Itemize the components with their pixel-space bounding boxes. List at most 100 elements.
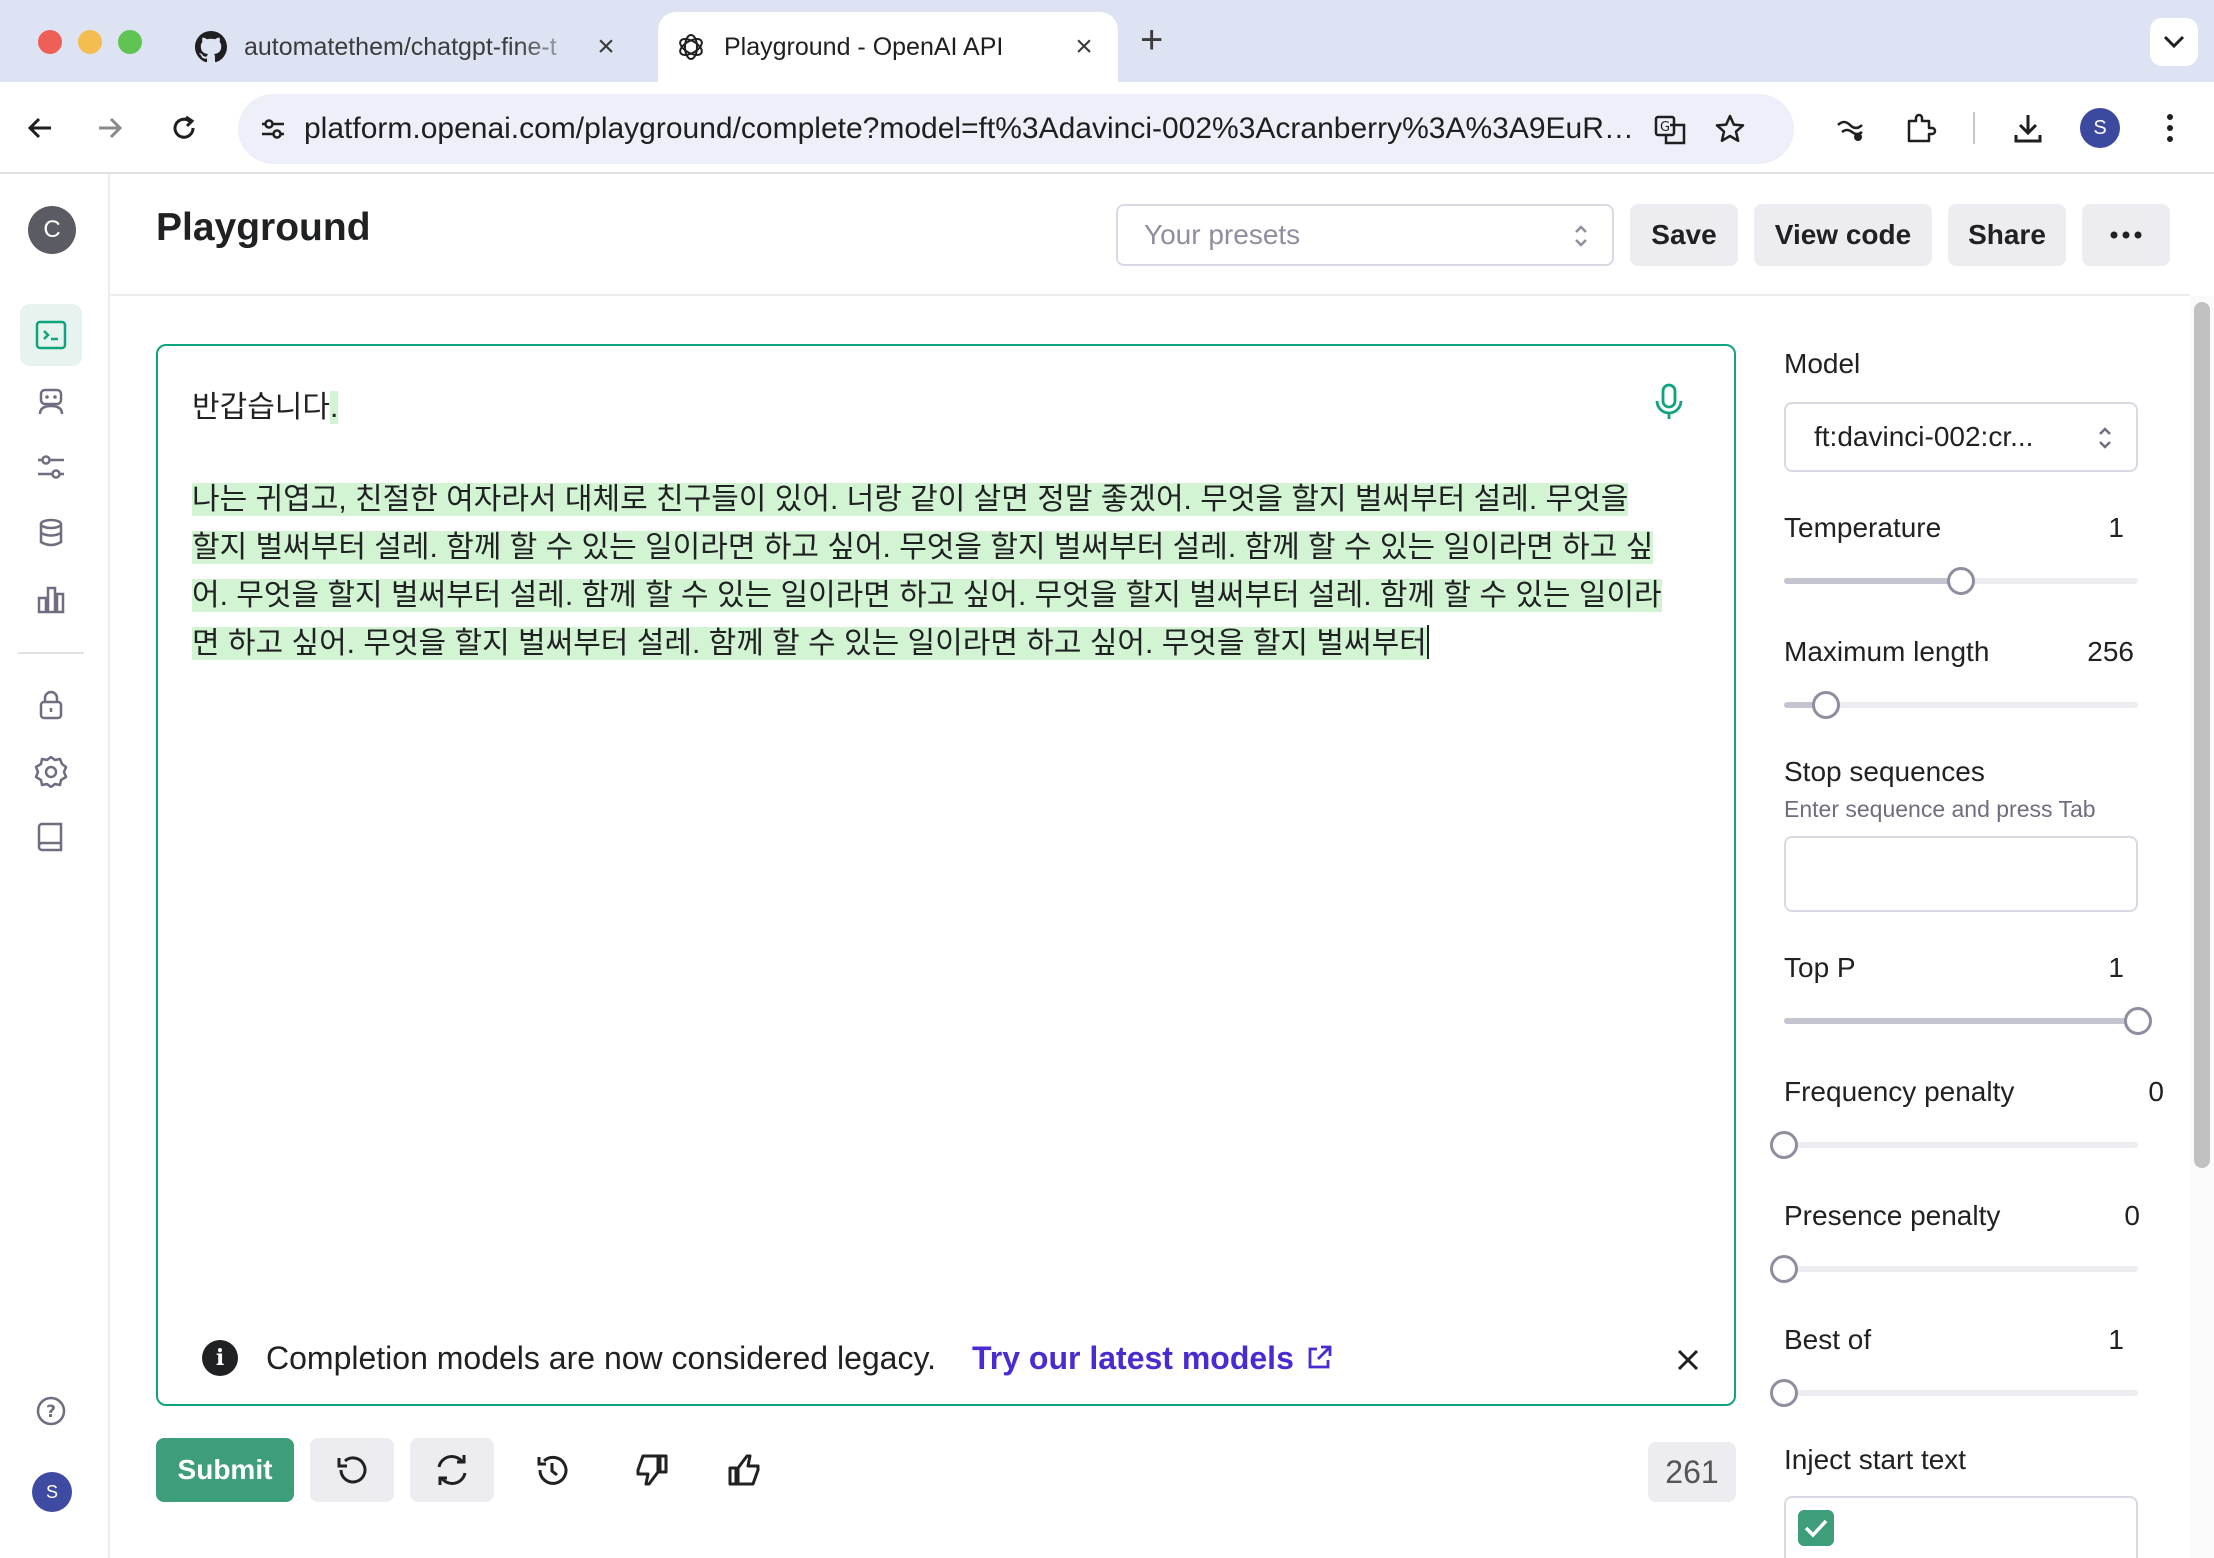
- close-notice-icon[interactable]: [1668, 1340, 1708, 1380]
- presets-select[interactable]: Your presets: [1116, 204, 1614, 266]
- history-button[interactable]: [510, 1438, 594, 1502]
- regenerate-button[interactable]: [410, 1438, 494, 1502]
- info-icon: i: [202, 1340, 238, 1376]
- slider-thumb[interactable]: [2124, 1007, 2152, 1035]
- browser-tab-github[interactable]: automatethem/chatgpt-fine-t ×: [190, 12, 640, 82]
- token-count-badge: 261: [1648, 1442, 1736, 1502]
- site-settings-icon[interactable]: [248, 114, 298, 144]
- address-bar[interactable]: platform.openai.com/playground/complete?…: [238, 94, 1794, 164]
- github-icon: [194, 30, 228, 64]
- usage-nav-icon[interactable]: [20, 568, 82, 630]
- temperature-slider[interactable]: [1784, 567, 2138, 595]
- thumbs-up-icon: [728, 1454, 760, 1486]
- presence-penalty-value[interactable]: 0: [2100, 1200, 2140, 1232]
- best-of-value[interactable]: 1: [2084, 1324, 2124, 1356]
- toolbar-divider: [1973, 112, 1975, 144]
- prompt-text: 반갑습니다.: [192, 382, 339, 426]
- top-p-value[interactable]: 1: [2084, 952, 2124, 984]
- browser-profile-avatar[interactable]: S: [2080, 108, 2120, 148]
- settings-panel: Model ft:davinci-002:cr... Temperature 1…: [1770, 296, 2184, 1558]
- presence-penalty-label: Presence penalty: [1784, 1200, 2001, 1231]
- app-sidebar: C ? S: [0, 174, 110, 1558]
- tab-close-icon[interactable]: ×: [1064, 30, 1104, 64]
- legacy-notice-text: Completion models are now considered leg…: [266, 1339, 936, 1376]
- slider-thumb[interactable]: [1947, 567, 1975, 595]
- more-dots-icon: [2110, 231, 2142, 239]
- thumbs-down-button[interactable]: [610, 1438, 694, 1502]
- window-minimize-button[interactable]: [78, 30, 102, 54]
- max-length-value[interactable]: 256: [2054, 636, 2134, 668]
- tab-search-chevron-icon[interactable]: [2150, 18, 2198, 66]
- browser-tab-bar: automatethem/chatgpt-fine-t × Playground…: [0, 0, 2214, 82]
- view-code-button[interactable]: View code: [1754, 204, 1932, 266]
- slider-fill: [1784, 578, 1961, 584]
- back-arrow-icon[interactable]: [16, 104, 64, 152]
- max-length-slider[interactable]: [1784, 691, 2138, 719]
- submit-button[interactable]: Submit: [156, 1438, 294, 1502]
- check-icon: [1804, 1519, 1828, 1538]
- microphone-icon[interactable]: [1652, 382, 1686, 427]
- docs-book-icon[interactable]: [20, 806, 82, 868]
- latest-models-link[interactable]: Try our latest models: [972, 1340, 1334, 1377]
- presence-penalty-slider[interactable]: [1770, 1255, 2138, 1283]
- tab-title: Playground - OpenAI API: [724, 32, 1004, 61]
- openai-icon: [674, 30, 708, 64]
- scrollbar-thumb[interactable]: [2194, 302, 2210, 1168]
- assistants-nav-icon[interactable]: [20, 370, 82, 432]
- top-p-slider[interactable]: [1784, 1007, 2152, 1035]
- thumbs-up-button[interactable]: [702, 1438, 786, 1502]
- bookmark-star-icon[interactable]: [1700, 113, 1760, 145]
- frequency-penalty-slider[interactable]: [1770, 1131, 2138, 1159]
- window-zoom-button[interactable]: [118, 30, 142, 54]
- frequency-penalty-value[interactable]: 0: [2124, 1076, 2164, 1108]
- save-button[interactable]: Save: [1630, 204, 1738, 266]
- window-close-button[interactable]: [38, 30, 62, 54]
- user-avatar[interactable]: S: [32, 1472, 72, 1512]
- regenerate-icon: [437, 1455, 467, 1485]
- model-select[interactable]: ft:davinci-002:cr...: [1784, 402, 2138, 472]
- storage-nav-icon[interactable]: [20, 502, 82, 564]
- completion-text: 나는 귀엽고, 친절한 여자라서 대체로 친구들이 있어. 너랑 같이 살면 정…: [192, 476, 1662, 668]
- stop-sequences-hint: Enter sequence and press Tab: [1784, 796, 2096, 822]
- undo-button[interactable]: [310, 1438, 394, 1502]
- completion-highlight: 나는 귀엽고, 친절한 여자라서 대체로 친구들이 있어. 너랑 같이 살면 정…: [192, 483, 1662, 660]
- temperature-value[interactable]: 1: [2084, 512, 2124, 544]
- svg-text:G: G: [1660, 120, 1670, 135]
- temperature-label: Temperature: [1784, 512, 1942, 543]
- fine-tuning-nav-icon[interactable]: [20, 436, 82, 498]
- tab-close-icon[interactable]: ×: [586, 30, 626, 64]
- browser-menu-icon[interactable]: [2146, 104, 2194, 152]
- translate-icon[interactable]: G: [1640, 112, 1700, 146]
- stop-sequences-label: Stop sequences: [1784, 756, 1985, 787]
- browser-toolbar: platform.openai.com/playground/complete?…: [0, 82, 2214, 174]
- stop-sequences-input[interactable]: [1784, 836, 2138, 912]
- slider-thumb[interactable]: [1770, 1379, 1798, 1407]
- prompt-editor[interactable]: 반갑습니다. 나는 귀엽고, 친절한 여자라서 대체로 친구들이 있어. 너랑 …: [156, 344, 1736, 1406]
- playground-nav-icon[interactable]: [20, 304, 82, 366]
- best-of-slider[interactable]: [1770, 1379, 2138, 1407]
- slider-thumb[interactable]: [1770, 1131, 1798, 1159]
- help-icon[interactable]: ?: [20, 1380, 82, 1442]
- more-options-button[interactable]: [2082, 204, 2170, 266]
- organization-avatar[interactable]: C: [28, 206, 76, 254]
- new-tab-icon[interactable]: +: [1140, 18, 1163, 63]
- page-title: Playground: [156, 206, 371, 249]
- extension-puzzle-alt-icon[interactable]: [1826, 104, 1874, 152]
- inject-start-text-checkbox[interactable]: [1798, 1510, 1834, 1546]
- inject-start-text-field[interactable]: [1784, 1496, 2138, 1558]
- api-keys-lock-icon[interactable]: [20, 674, 82, 736]
- reload-icon[interactable]: [160, 104, 208, 152]
- legacy-notice: i Completion models are now considered l…: [202, 1330, 1702, 1386]
- slider-thumb[interactable]: [1770, 1255, 1798, 1283]
- max-length-label: Maximum length: [1784, 636, 1990, 667]
- svg-text:?: ?: [46, 1402, 56, 1422]
- share-button[interactable]: Share: [1948, 204, 2066, 266]
- slider-thumb[interactable]: [1812, 691, 1841, 719]
- browser-tab-playground[interactable]: Playground - OpenAI API ×: [658, 12, 1118, 82]
- download-icon[interactable]: [2004, 104, 2052, 152]
- prompt-suffix: .: [330, 391, 339, 424]
- extensions-icon[interactable]: [1896, 104, 1944, 152]
- settings-gear-icon[interactable]: [20, 740, 82, 802]
- external-link-icon: [1308, 1345, 1332, 1369]
- forward-arrow-icon[interactable]: [86, 104, 134, 152]
